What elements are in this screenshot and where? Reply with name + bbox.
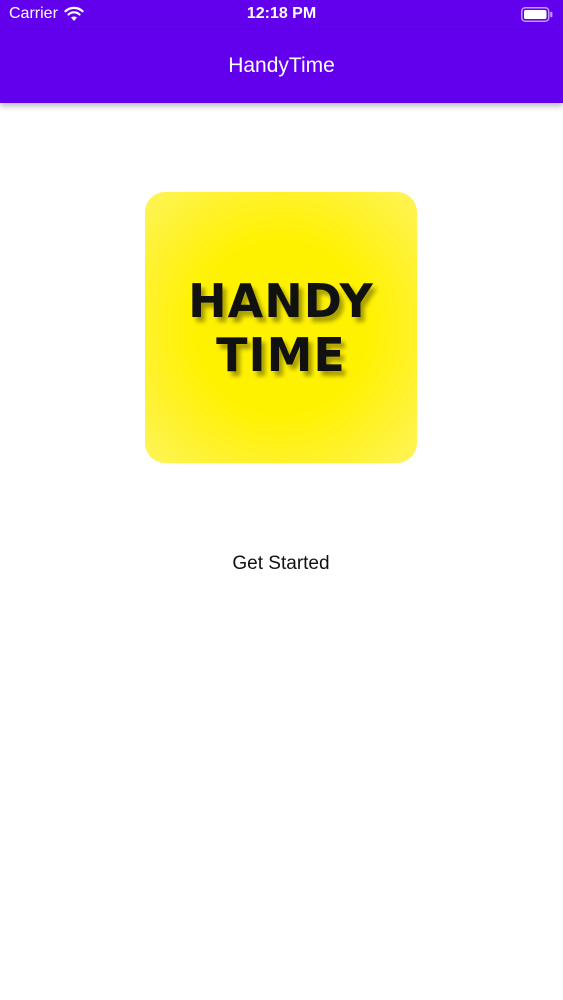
logo-text-line2: TIME <box>216 328 346 382</box>
handytime-logo: HANDY TIME <box>145 192 417 463</box>
app-title: HandyTime <box>228 53 335 77</box>
battery-icon <box>521 7 553 22</box>
logo-text-line1: HANDY <box>188 274 374 328</box>
app-bar: HandyTime <box>0 30 563 103</box>
status-bar: Carrier 12:18 PM <box>0 0 563 30</box>
status-time: 12:18 PM <box>246 5 317 22</box>
get-started-button[interactable]: Get Started <box>181 544 381 584</box>
